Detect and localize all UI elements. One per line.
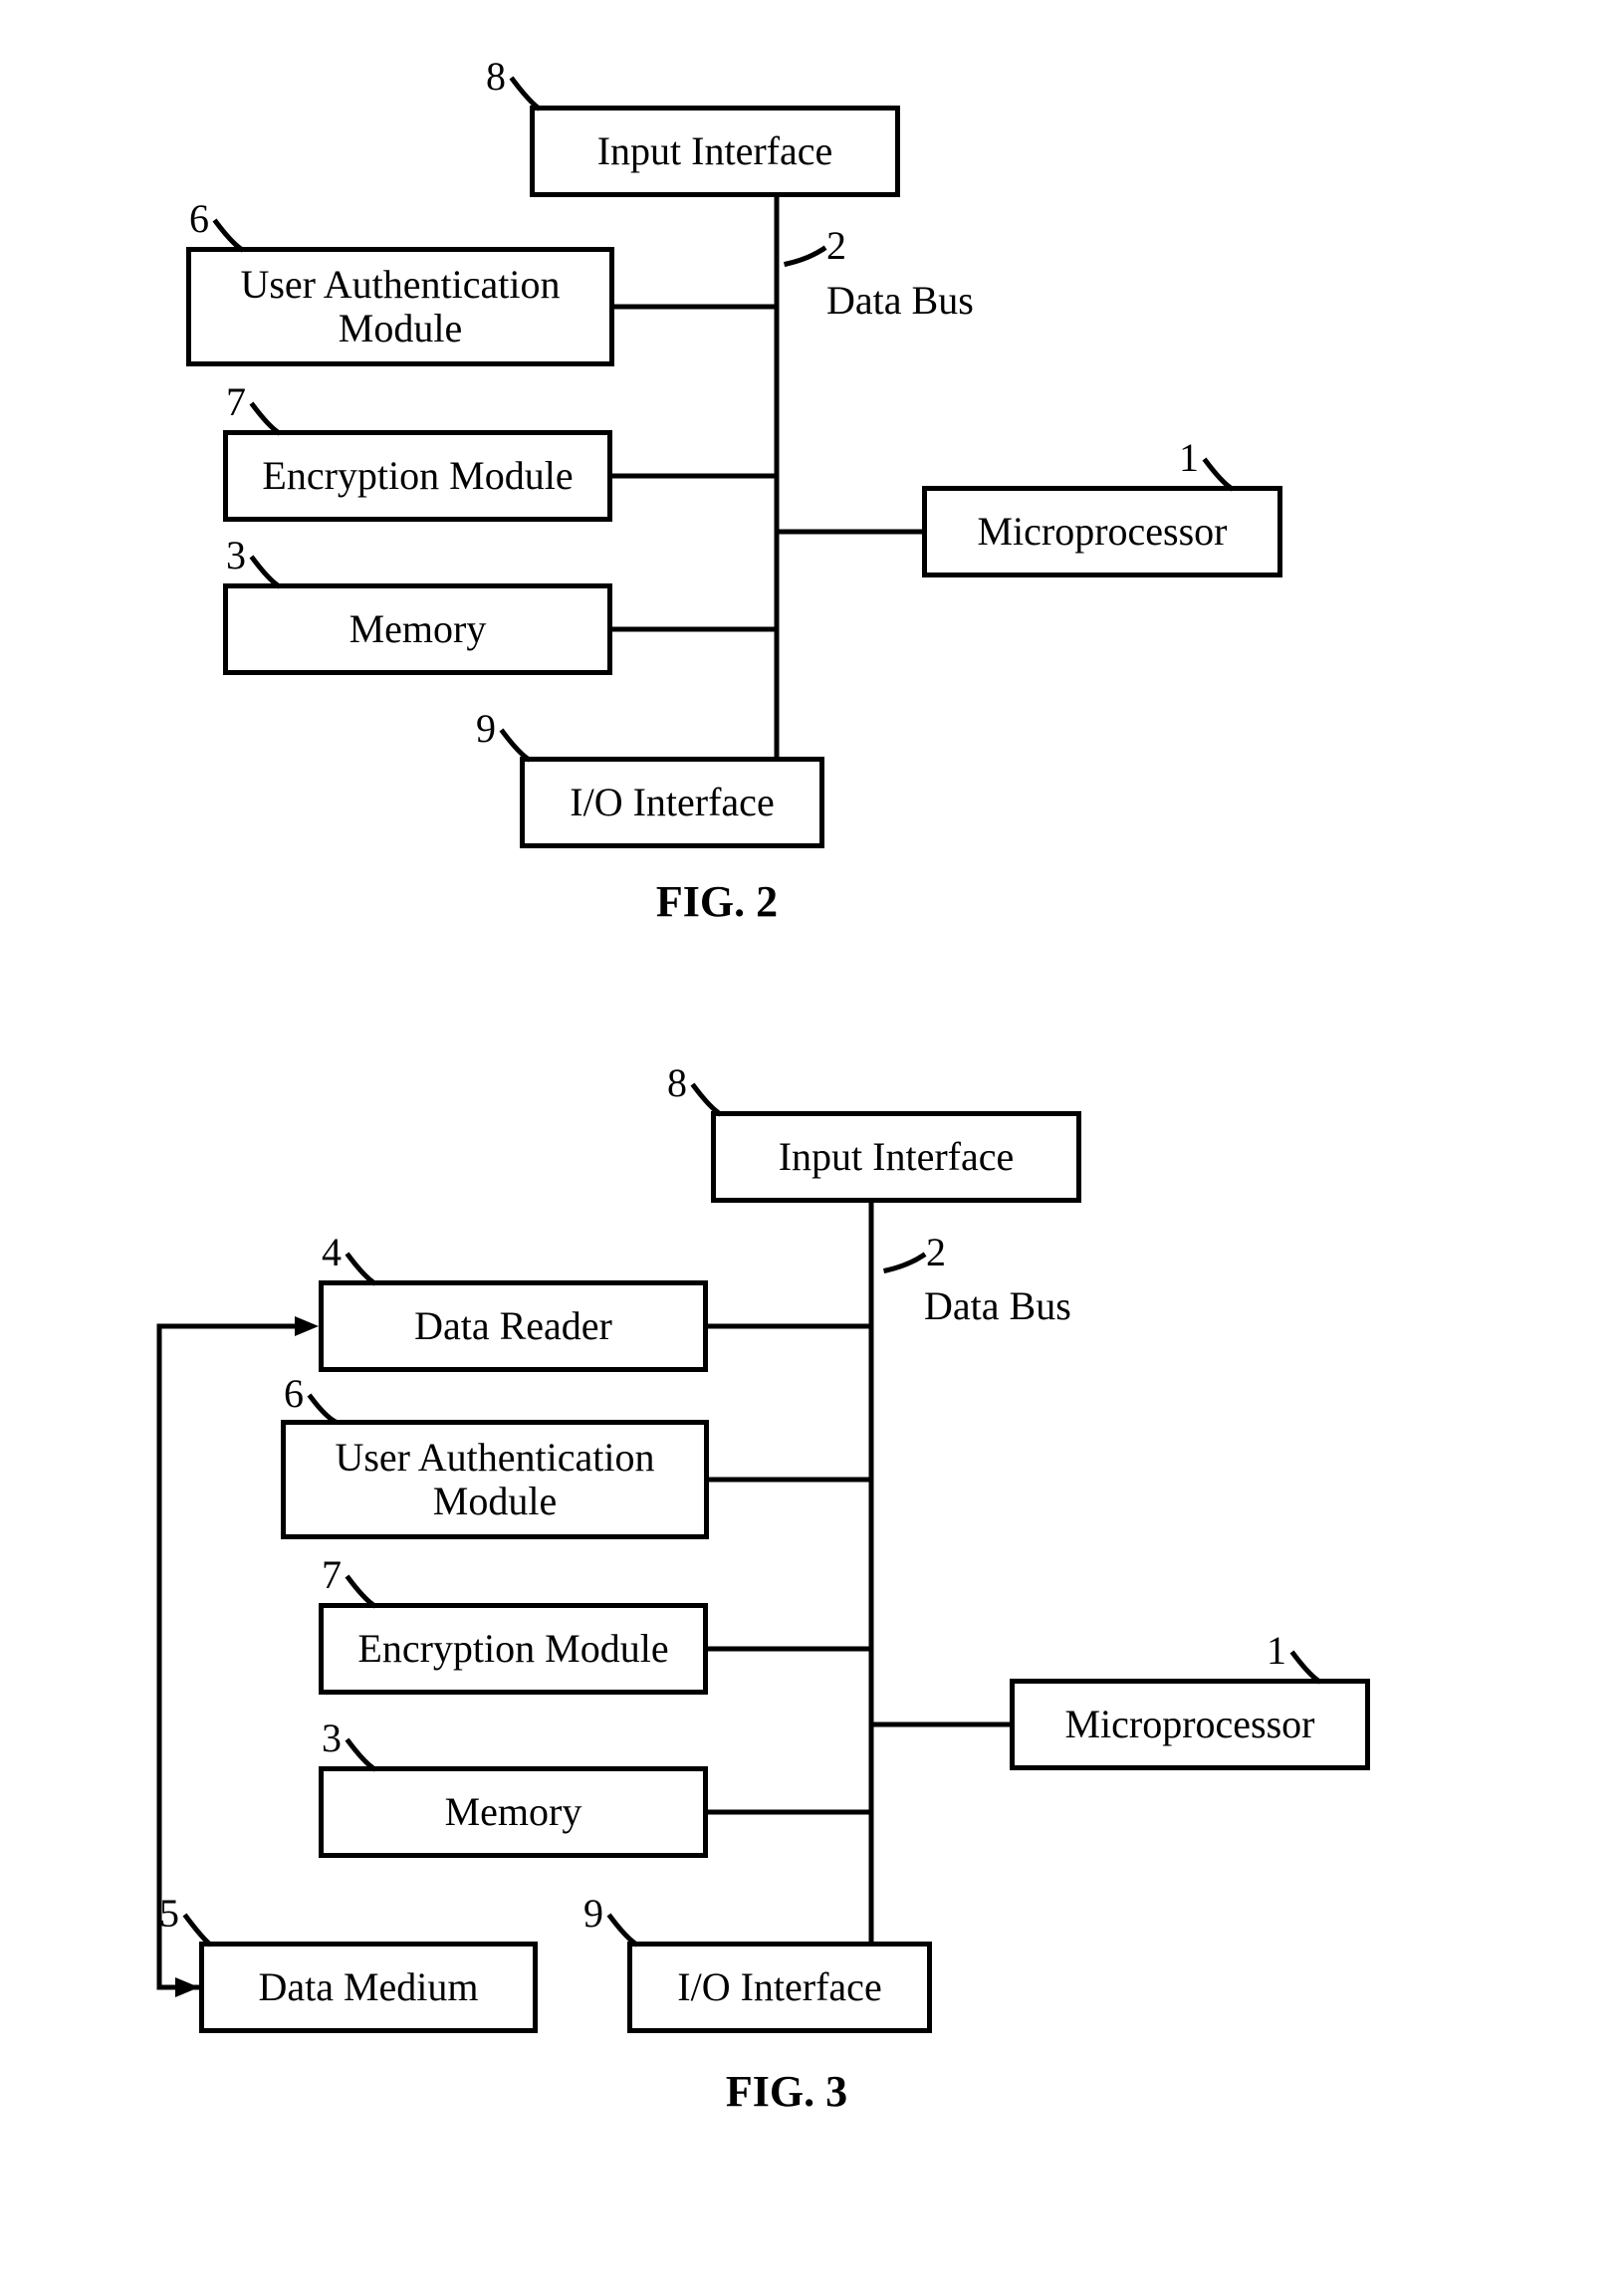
fig3-ref-4: 4 <box>322 1231 342 1274</box>
fig2-encryption-label: Encryption Module <box>262 454 573 498</box>
fig3-caption: FIG. 3 <box>637 2066 936 2117</box>
fig2-ref-8: 8 <box>486 55 506 99</box>
fig3-bus-label: Data Bus <box>924 1284 1071 1328</box>
fig2-encryption-box: Encryption Module <box>223 430 612 522</box>
fig3-io-interface-box: I/O Interface <box>627 1942 932 2033</box>
fig2-ref-7: 7 <box>226 380 246 424</box>
page: Input Interface User Authentication Modu… <box>0 0 1624 2293</box>
fig3-encryption-label: Encryption Module <box>357 1627 668 1671</box>
fig3-data-medium-label: Data Medium <box>258 1965 478 2009</box>
fig3-ref-2: 2 <box>926 1231 946 1274</box>
fig3-ref-1: 1 <box>1267 1629 1286 1673</box>
fig2-io-interface-box: I/O Interface <box>520 757 824 848</box>
fig2-bus-label: Data Bus <box>826 279 974 323</box>
fig3-data-reader-box: Data Reader <box>319 1280 708 1372</box>
fig3-memory-label: Memory <box>445 1790 582 1834</box>
fig3-user-auth-label: User Authentication Module <box>292 1436 698 1523</box>
fig2-memory-box: Memory <box>223 583 612 675</box>
fig3-user-auth-box: User Authentication Module <box>281 1420 709 1539</box>
fig2-ref-2: 2 <box>826 224 846 268</box>
fig3-memory-box: Memory <box>319 1766 708 1858</box>
fig3-microprocessor-label: Microprocessor <box>1064 1703 1314 1746</box>
fig3-ref-5: 5 <box>159 1892 179 1936</box>
fig3-ref-8: 8 <box>667 1061 687 1105</box>
fig3-input-interface-box: Input Interface <box>711 1111 1081 1203</box>
fig2-ref-9: 9 <box>476 707 496 751</box>
fig3-encryption-box: Encryption Module <box>319 1603 708 1695</box>
fig2-ref-3: 3 <box>226 534 246 577</box>
fig2-ref-1: 1 <box>1179 436 1199 480</box>
fig3-input-interface-label: Input Interface <box>779 1135 1015 1179</box>
fig2-microprocessor-label: Microprocessor <box>977 510 1227 554</box>
fig3-ref-7: 7 <box>322 1553 342 1597</box>
fig2-user-auth-label: User Authentication Module <box>197 263 603 350</box>
fig3-ref-6: 6 <box>284 1372 304 1416</box>
fig2-input-interface-label: Input Interface <box>597 129 833 173</box>
fig3-data-reader-label: Data Reader <box>414 1304 612 1348</box>
fig3-data-medium-box: Data Medium <box>199 1942 538 2033</box>
fig3-ref-3: 3 <box>322 1717 342 1760</box>
fig2-input-interface-box: Input Interface <box>530 106 900 197</box>
fig3-microprocessor-box: Microprocessor <box>1010 1679 1370 1770</box>
fig2-memory-label: Memory <box>349 607 487 651</box>
fig2-microprocessor-box: Microprocessor <box>922 486 1282 577</box>
fig2-user-auth-box: User Authentication Module <box>186 247 614 366</box>
fig2-ref-6: 6 <box>189 197 209 241</box>
fig3-io-interface-label: I/O Interface <box>677 1965 881 2009</box>
fig3-ref-9: 9 <box>583 1892 603 1936</box>
fig2-io-interface-label: I/O Interface <box>570 781 774 824</box>
fig2-caption: FIG. 2 <box>568 876 866 927</box>
